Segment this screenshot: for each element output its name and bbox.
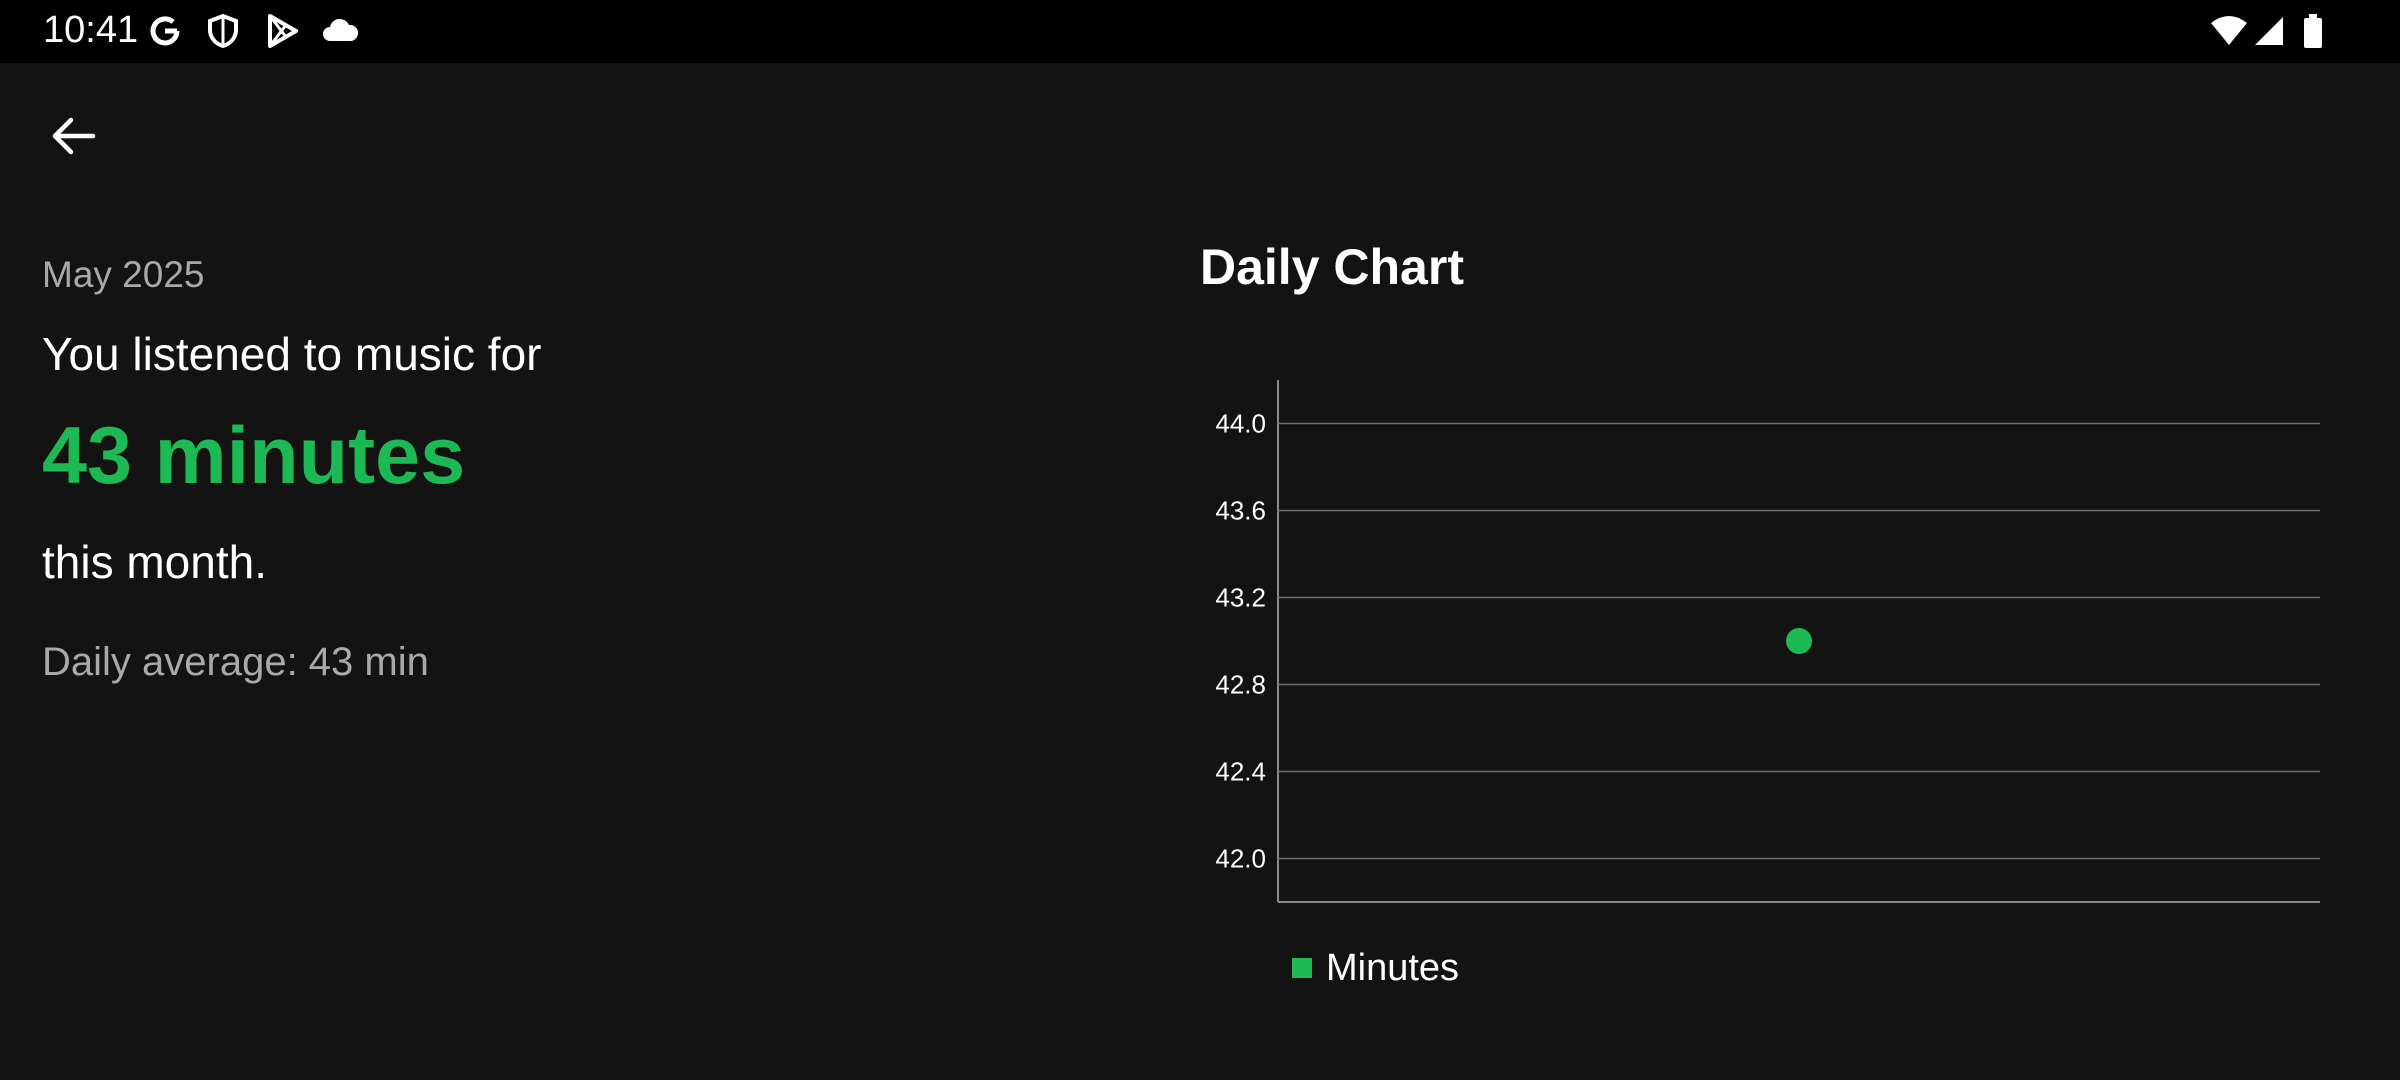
outro-text: this month. — [42, 536, 267, 588]
chart-legend: Minutes — [1292, 944, 1459, 992]
arrow-back-icon — [49, 112, 97, 165]
status-bar: 10:41 — [0, 0, 2400, 63]
back-button[interactable] — [34, 99, 112, 177]
chart-title: Daily Chart — [1200, 239, 1464, 295]
daily-chart: 42.0 42.4 42.8 43.2 43.6 44.0 — [1215, 380, 2320, 903]
data-point — [1786, 628, 1812, 654]
y-tick-label: 42.4 — [1215, 757, 1266, 787]
legend-label: Minutes — [1326, 947, 1460, 989]
google-icon — [147, 13, 183, 54]
y-tick-label: 42.0 — [1215, 844, 1266, 874]
period-label: May 2025 — [42, 254, 205, 295]
wifi-icon — [2209, 13, 2249, 54]
y-tick-label: 43.2 — [1215, 583, 1266, 613]
daily-average: Daily average: 43 min — [42, 640, 429, 684]
legend-swatch — [1292, 958, 1312, 978]
cloud-icon — [320, 13, 360, 54]
status-time: 10:41 — [43, 9, 139, 51]
signal-icon — [2253, 13, 2289, 54]
y-tick-label: 44.0 — [1215, 409, 1266, 439]
intro-text: You listened to music for — [42, 328, 542, 380]
total-minutes: 43 minutes — [42, 411, 466, 501]
y-tick-label: 43.6 — [1215, 496, 1266, 526]
shield-icon — [205, 13, 241, 54]
battery-icon — [2302, 13, 2324, 54]
play-store-icon — [264, 13, 300, 54]
y-tick-label: 42.8 — [1215, 670, 1266, 700]
